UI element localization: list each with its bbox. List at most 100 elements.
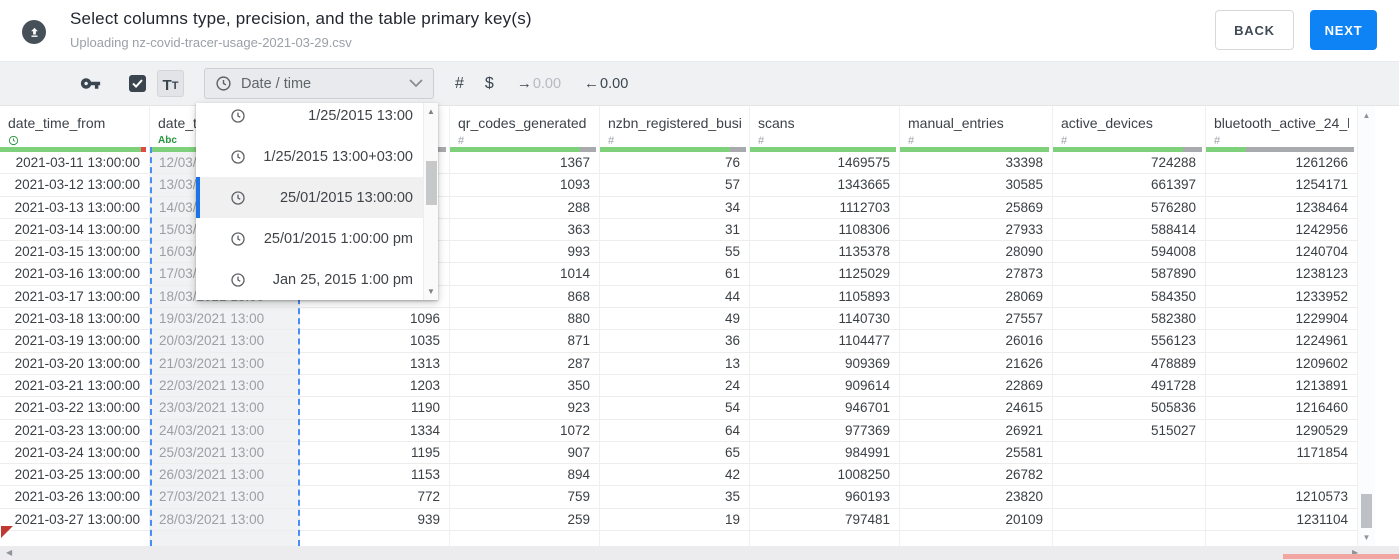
table-cell: 288 bbox=[450, 197, 599, 219]
cell-error-marker bbox=[1, 526, 13, 538]
table-cell: 984991 bbox=[750, 442, 899, 465]
datetime-type-select[interactable]: Date / time bbox=[204, 68, 434, 99]
table-cell: 25581 bbox=[900, 442, 1052, 465]
column-name: nzbn_registered_busine bbox=[608, 115, 741, 131]
table-cell: 1367 bbox=[450, 152, 599, 175]
currency-type-button[interactable]: $ bbox=[485, 75, 494, 93]
table-cell: 36 bbox=[600, 330, 749, 353]
column-header[interactable]: active_devices # bbox=[1053, 106, 1205, 147]
table-cell: 587890 bbox=[1053, 263, 1205, 286]
table-cell: 909614 bbox=[750, 375, 899, 398]
table-cell: 1343665 bbox=[750, 174, 899, 197]
table-cell: 1014 bbox=[450, 263, 599, 286]
type-dropdown-list: 1/25/2015 13:00 1/25/2015 13:00+03:00 25/0… bbox=[196, 103, 423, 300]
column-header[interactable]: nzbn_registered_busine # bbox=[600, 106, 749, 147]
column-header[interactable]: manual_entries # bbox=[900, 106, 1052, 147]
scroll-down-icon[interactable]: ▼ bbox=[424, 287, 438, 296]
table-cell: 1140730 bbox=[750, 308, 899, 331]
clock-icon bbox=[230, 272, 246, 288]
table-cell: 23/03/2021 13:00 bbox=[150, 397, 299, 420]
text-type-button[interactable]: TT bbox=[157, 70, 184, 97]
table-cell: 491728 bbox=[1053, 375, 1205, 398]
table-cell: 946701 bbox=[750, 397, 899, 420]
clock-icon bbox=[230, 190, 246, 206]
dropdown-item[interactable]: 25/01/2015 13:00:00 bbox=[196, 177, 423, 218]
dropdown-scrollbar-thumb[interactable] bbox=[426, 161, 437, 205]
table-column: bluetooth_active_24_hr_# 1261266125417112… bbox=[1206, 106, 1358, 546]
table-cell: 1261266 bbox=[1206, 152, 1357, 175]
dropdown-item[interactable]: 25/01/2015 1:00:00 pm bbox=[196, 218, 423, 259]
scroll-left-icon[interactable]: ◀ bbox=[6, 548, 12, 557]
back-button[interactable]: BACK bbox=[1215, 10, 1294, 50]
decrease-decimal-button[interactable]: ← 0.00 bbox=[584, 75, 628, 92]
number-type-label: # bbox=[1061, 134, 1068, 147]
increase-decimal-label: 0.00 bbox=[532, 75, 562, 92]
table-cell: 909369 bbox=[750, 353, 899, 375]
table-cell: 1334 bbox=[300, 420, 449, 442]
table-cell: 1153 bbox=[300, 464, 449, 487]
scroll-up-icon[interactable]: ▲ bbox=[1358, 111, 1375, 120]
column-type-indicator bbox=[8, 134, 141, 147]
table-cell: 350 bbox=[450, 375, 599, 398]
scroll-up-icon[interactable]: ▲ bbox=[424, 107, 438, 116]
table-cell: 42 bbox=[600, 464, 749, 487]
column-type-toolbar: TT Date / time # $ → 0.00 ← 0.00 bbox=[0, 62, 1399, 106]
table-cell: 28069 bbox=[900, 286, 1052, 309]
table-cell: 759 bbox=[450, 486, 599, 509]
dropdown-item-label: 25/01/2015 13:00:00 bbox=[279, 189, 413, 206]
table-cell: 556123 bbox=[1053, 330, 1205, 353]
table-cell: 27557 bbox=[900, 308, 1052, 331]
number-type-label: # bbox=[758, 134, 765, 147]
table-horizontal-scrollbar[interactable]: ◀ ▶ bbox=[0, 546, 1399, 560]
dropdown-item[interactable]: Jan 25, 2015 1:00 pm bbox=[196, 259, 423, 300]
table-cell: 797481 bbox=[750, 509, 899, 532]
datetime-type-icon bbox=[8, 135, 19, 146]
column-header[interactable]: bluetooth_active_24_hr_ # bbox=[1206, 106, 1357, 147]
table-vertical-scrollbar[interactable]: ▲ ▼ bbox=[1358, 106, 1375, 546]
column-cells: 724288 661397 576280 588414 594008 587890 5843… bbox=[1053, 152, 1205, 546]
table-cell: 907 bbox=[450, 442, 599, 465]
dropdown-scrollbar[interactable]: ▲ ▼ bbox=[423, 103, 438, 300]
scroll-down-icon[interactable]: ▼ bbox=[1358, 533, 1375, 542]
table-cell: 2021-03-13 13:00:00 bbox=[0, 197, 149, 219]
dropdown-item[interactable]: 1/25/2015 13:00 bbox=[196, 103, 423, 136]
number-type-button[interactable]: # bbox=[455, 75, 464, 93]
number-type-label: # bbox=[1214, 134, 1221, 147]
table-cell: 259 bbox=[450, 509, 599, 532]
checkbox-type-button[interactable] bbox=[129, 75, 146, 92]
left-arrow-icon: ← bbox=[584, 75, 600, 92]
table-cell: 1213891 bbox=[1206, 375, 1357, 398]
table-cell: 27/03/2021 13:00 bbox=[150, 486, 299, 509]
column-type-indicator: # bbox=[758, 134, 891, 147]
vertical-scrollbar-thumb[interactable] bbox=[1361, 494, 1372, 528]
table-cell: 2021-03-12 13:00:00 bbox=[0, 174, 149, 197]
table-cell: 594008 bbox=[1053, 241, 1205, 264]
table-cell: 2021-03-26 13:00:00 bbox=[0, 486, 149, 509]
increase-decimal-button[interactable]: → 0.00 bbox=[517, 75, 561, 92]
clock-icon bbox=[216, 76, 231, 91]
primary-key-icon[interactable] bbox=[80, 73, 101, 94]
column-header[interactable]: date_time_from bbox=[0, 106, 149, 147]
number-type-label: # bbox=[908, 134, 915, 147]
column-cells: 1261266 1254171 1238464 1242956 1240704 12381… bbox=[1206, 152, 1357, 546]
table-cell: 478889 bbox=[1053, 353, 1205, 375]
column-header[interactable]: scans # bbox=[750, 106, 899, 147]
table-cell: 1224961 bbox=[1206, 330, 1357, 353]
table-column: qr_codes_generated #1367 1093 288 363 993 1014… bbox=[450, 106, 600, 546]
next-button[interactable]: NEXT bbox=[1310, 10, 1377, 50]
quality-bar-segment-green bbox=[600, 147, 730, 152]
table-cell: 287 bbox=[450, 353, 599, 375]
table-cell: 26782 bbox=[900, 464, 1052, 487]
table-cell: 54 bbox=[600, 397, 749, 420]
table-cell: 22/03/2021 13:00 bbox=[150, 375, 299, 398]
table-cell: 44 bbox=[600, 286, 749, 309]
column-header[interactable]: qr_codes_generated # bbox=[450, 106, 599, 147]
table-cell: 2021-03-19 13:00:00 bbox=[0, 330, 149, 353]
table-cell: 1190 bbox=[300, 397, 449, 420]
table-cell: 363 bbox=[450, 219, 599, 242]
table-cell bbox=[1053, 486, 1205, 509]
table-cell: 24615 bbox=[900, 397, 1052, 420]
table-cell: 772 bbox=[300, 486, 449, 509]
dropdown-item[interactable]: 1/25/2015 13:00+03:00 bbox=[196, 136, 423, 177]
table-cell: 1210573 bbox=[1206, 486, 1357, 509]
